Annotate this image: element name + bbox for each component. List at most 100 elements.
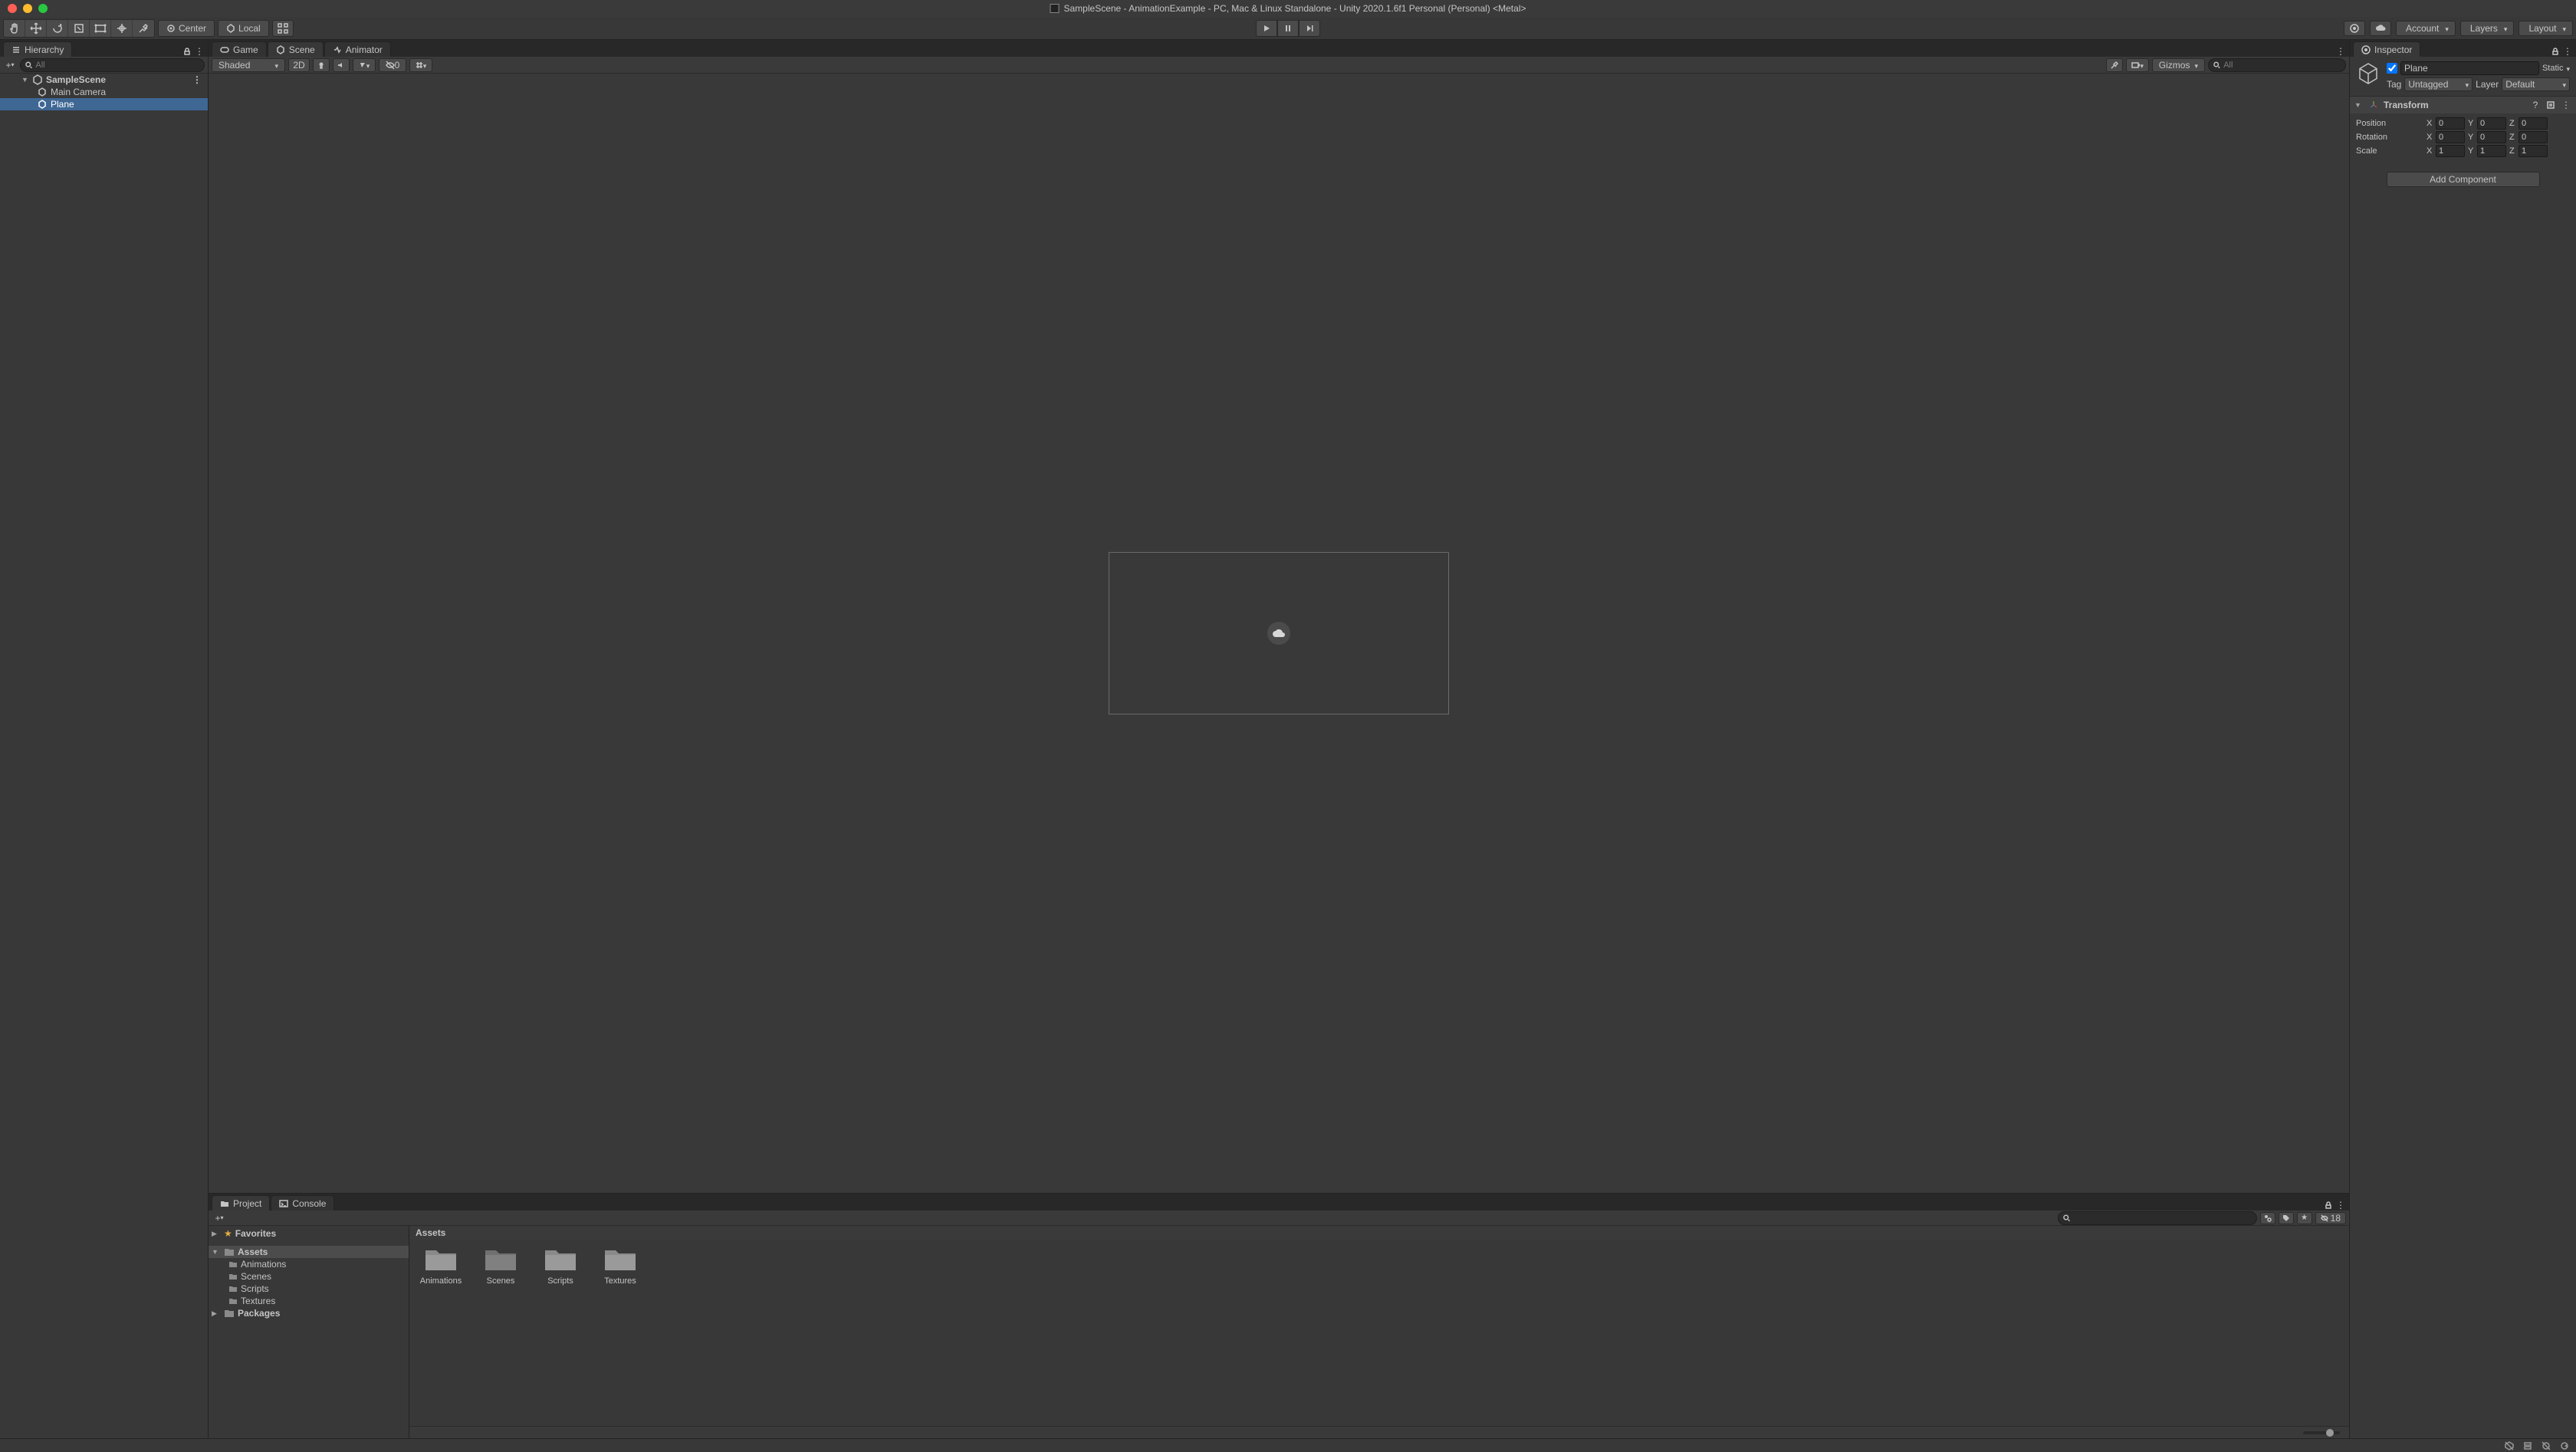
scale-x-input[interactable] (2436, 145, 2465, 157)
step-button[interactable] (1299, 20, 1320, 37)
create-asset-dropdown[interactable]: +▾ (212, 1213, 227, 1224)
filter-by-type-button[interactable] (2260, 1212, 2275, 1224)
project-assets-root[interactable]: ▼ Assets (209, 1246, 409, 1258)
scene-search-input[interactable] (2223, 61, 2341, 70)
hierarchy-search[interactable] (20, 58, 205, 72)
scene-viewport[interactable] (209, 74, 2349, 1193)
rotate-tool-button[interactable] (47, 20, 68, 37)
gameobject-name-input[interactable] (2400, 61, 2539, 75)
move-tool-button[interactable] (25, 20, 47, 37)
tab-scene[interactable]: Scene (268, 41, 324, 57)
tab-inspector[interactable]: Inspector (2353, 41, 2420, 57)
component-tools-button[interactable] (2106, 58, 2123, 72)
lock-icon[interactable] (182, 46, 192, 57)
project-folder-scripts[interactable]: Scripts (209, 1283, 409, 1295)
rotation-y-input[interactable] (2477, 131, 2506, 143)
play-button[interactable] (1256, 20, 1277, 37)
context-menu-icon[interactable]: ⋮ (2335, 1200, 2346, 1211)
project-search-input[interactable] (2073, 1214, 2252, 1223)
hierarchy-scene-row[interactable]: ▼ SampleScene ⋮ (0, 74, 208, 86)
static-dropdown[interactable] (2566, 63, 2570, 74)
progress-icon[interactable] (2541, 1441, 2551, 1451)
pause-button[interactable] (1277, 20, 1299, 37)
audio-toggle[interactable] (333, 58, 350, 72)
project-folder-animations[interactable]: Animations (209, 1258, 409, 1270)
custom-tool-button[interactable] (133, 20, 154, 37)
lock-icon[interactable] (2550, 46, 2561, 57)
auto-generate-lighting-icon[interactable] (2504, 1441, 2515, 1451)
grid-dropdown[interactable] (409, 58, 432, 72)
asset-folder-scripts[interactable]: Scripts (535, 1246, 586, 1286)
gizmos-dropdown[interactable]: Gizmos (2152, 58, 2205, 72)
close-window-button[interactable] (8, 4, 17, 13)
scene-menu-icon[interactable]: ⋮ (192, 74, 202, 85)
context-menu-icon[interactable]: ⋮ (2562, 46, 2573, 57)
asset-folder-animations[interactable]: Animations (416, 1246, 466, 1286)
project-breadcrumb[interactable]: Assets (409, 1226, 2349, 1240)
cache-server-icon[interactable] (2522, 1441, 2533, 1451)
project-packages-root[interactable]: ▶ Packages (209, 1307, 409, 1319)
position-y-input[interactable] (2477, 117, 2506, 130)
hidden-objects-toggle[interactable]: 0 (379, 58, 406, 72)
tab-hierarchy[interactable]: Hierarchy (3, 41, 72, 57)
layers-dropdown[interactable]: Layers (2460, 21, 2515, 36)
transform-tool-button[interactable] (111, 20, 133, 37)
scale-y-input[interactable] (2477, 145, 2506, 157)
thumbnail-size-slider[interactable] (2303, 1431, 2340, 1434)
project-favorites[interactable]: ▶ ★ Favorites (209, 1227, 409, 1240)
project-folder-scenes[interactable]: Scenes (209, 1270, 409, 1283)
preset-icon[interactable] (2545, 100, 2556, 110)
rect-tool-button[interactable] (90, 20, 111, 37)
maximize-window-button[interactable] (38, 4, 48, 13)
code-optimization-icon[interactable] (2559, 1441, 2570, 1451)
gameobject-active-checkbox[interactable] (2387, 63, 2397, 74)
hierarchy-item-camera[interactable]: Main Camera (0, 86, 208, 98)
cloud-button[interactable] (2370, 21, 2391, 36)
project-folder-textures[interactable]: Textures (209, 1295, 409, 1307)
camera-settings-dropdown[interactable] (2126, 58, 2149, 72)
tab-console[interactable]: Console (271, 1195, 334, 1211)
save-search-button[interactable]: ★ (2297, 1212, 2312, 1224)
scale-z-input[interactable] (2518, 145, 2548, 157)
tag-dropdown[interactable]: Untagged (2404, 77, 2472, 91)
context-menu-icon[interactable]: ⋮ (2561, 100, 2571, 110)
collab-button[interactable] (2344, 21, 2365, 36)
create-dropdown[interactable]: +▾ (3, 60, 17, 71)
mode-2d-toggle[interactable]: 2D (288, 58, 310, 72)
chevron-down-icon (423, 60, 427, 71)
help-icon[interactable]: ? (2530, 100, 2541, 110)
fx-dropdown[interactable] (353, 58, 376, 72)
asset-folder-scenes[interactable]: Scenes (475, 1246, 526, 1286)
pivot-local-button[interactable]: Local (218, 20, 269, 37)
component-header[interactable]: ▼ Transform ? ⋮ (2350, 97, 2576, 113)
rotation-x-input[interactable] (2436, 131, 2465, 143)
context-menu-icon[interactable]: ⋮ (194, 46, 205, 57)
asset-folder-textures[interactable]: Textures (595, 1246, 646, 1286)
hierarchy-item-plane[interactable]: Plane (0, 98, 208, 110)
account-dropdown[interactable]: Account (2396, 21, 2456, 36)
pivot-center-button[interactable]: Center (158, 20, 215, 37)
shading-mode-dropdown[interactable]: Shaded (212, 58, 285, 72)
tab-game[interactable]: Game (212, 41, 267, 57)
snap-button[interactable] (272, 20, 294, 37)
layout-dropdown[interactable]: Layout (2518, 21, 2573, 36)
hierarchy-search-input[interactable] (35, 61, 199, 70)
rotation-z-input[interactable] (2518, 131, 2548, 143)
tab-project[interactable]: Project (212, 1195, 270, 1211)
lighting-toggle[interactable] (313, 58, 330, 72)
position-z-input[interactable] (2518, 117, 2548, 130)
scale-tool-button[interactable] (68, 20, 90, 37)
project-search[interactable] (2058, 1211, 2257, 1225)
hand-tool-button[interactable] (4, 20, 25, 37)
filter-by-label-button[interactable] (2279, 1212, 2294, 1224)
chevron-down-icon (2504, 23, 2508, 34)
position-x-input[interactable] (2436, 117, 2465, 130)
minimize-window-button[interactable] (23, 4, 32, 13)
tab-animator[interactable]: Animator (324, 41, 391, 57)
layer-dropdown[interactable]: Default (2502, 77, 2570, 91)
context-menu-icon[interactable]: ⋮ (2335, 46, 2346, 57)
scene-search[interactable] (2208, 58, 2346, 72)
add-component-button[interactable]: Add Component (2387, 172, 2540, 187)
lock-icon[interactable] (2323, 1200, 2334, 1211)
hidden-packages-toggle[interactable]: 18 (2315, 1212, 2346, 1224)
